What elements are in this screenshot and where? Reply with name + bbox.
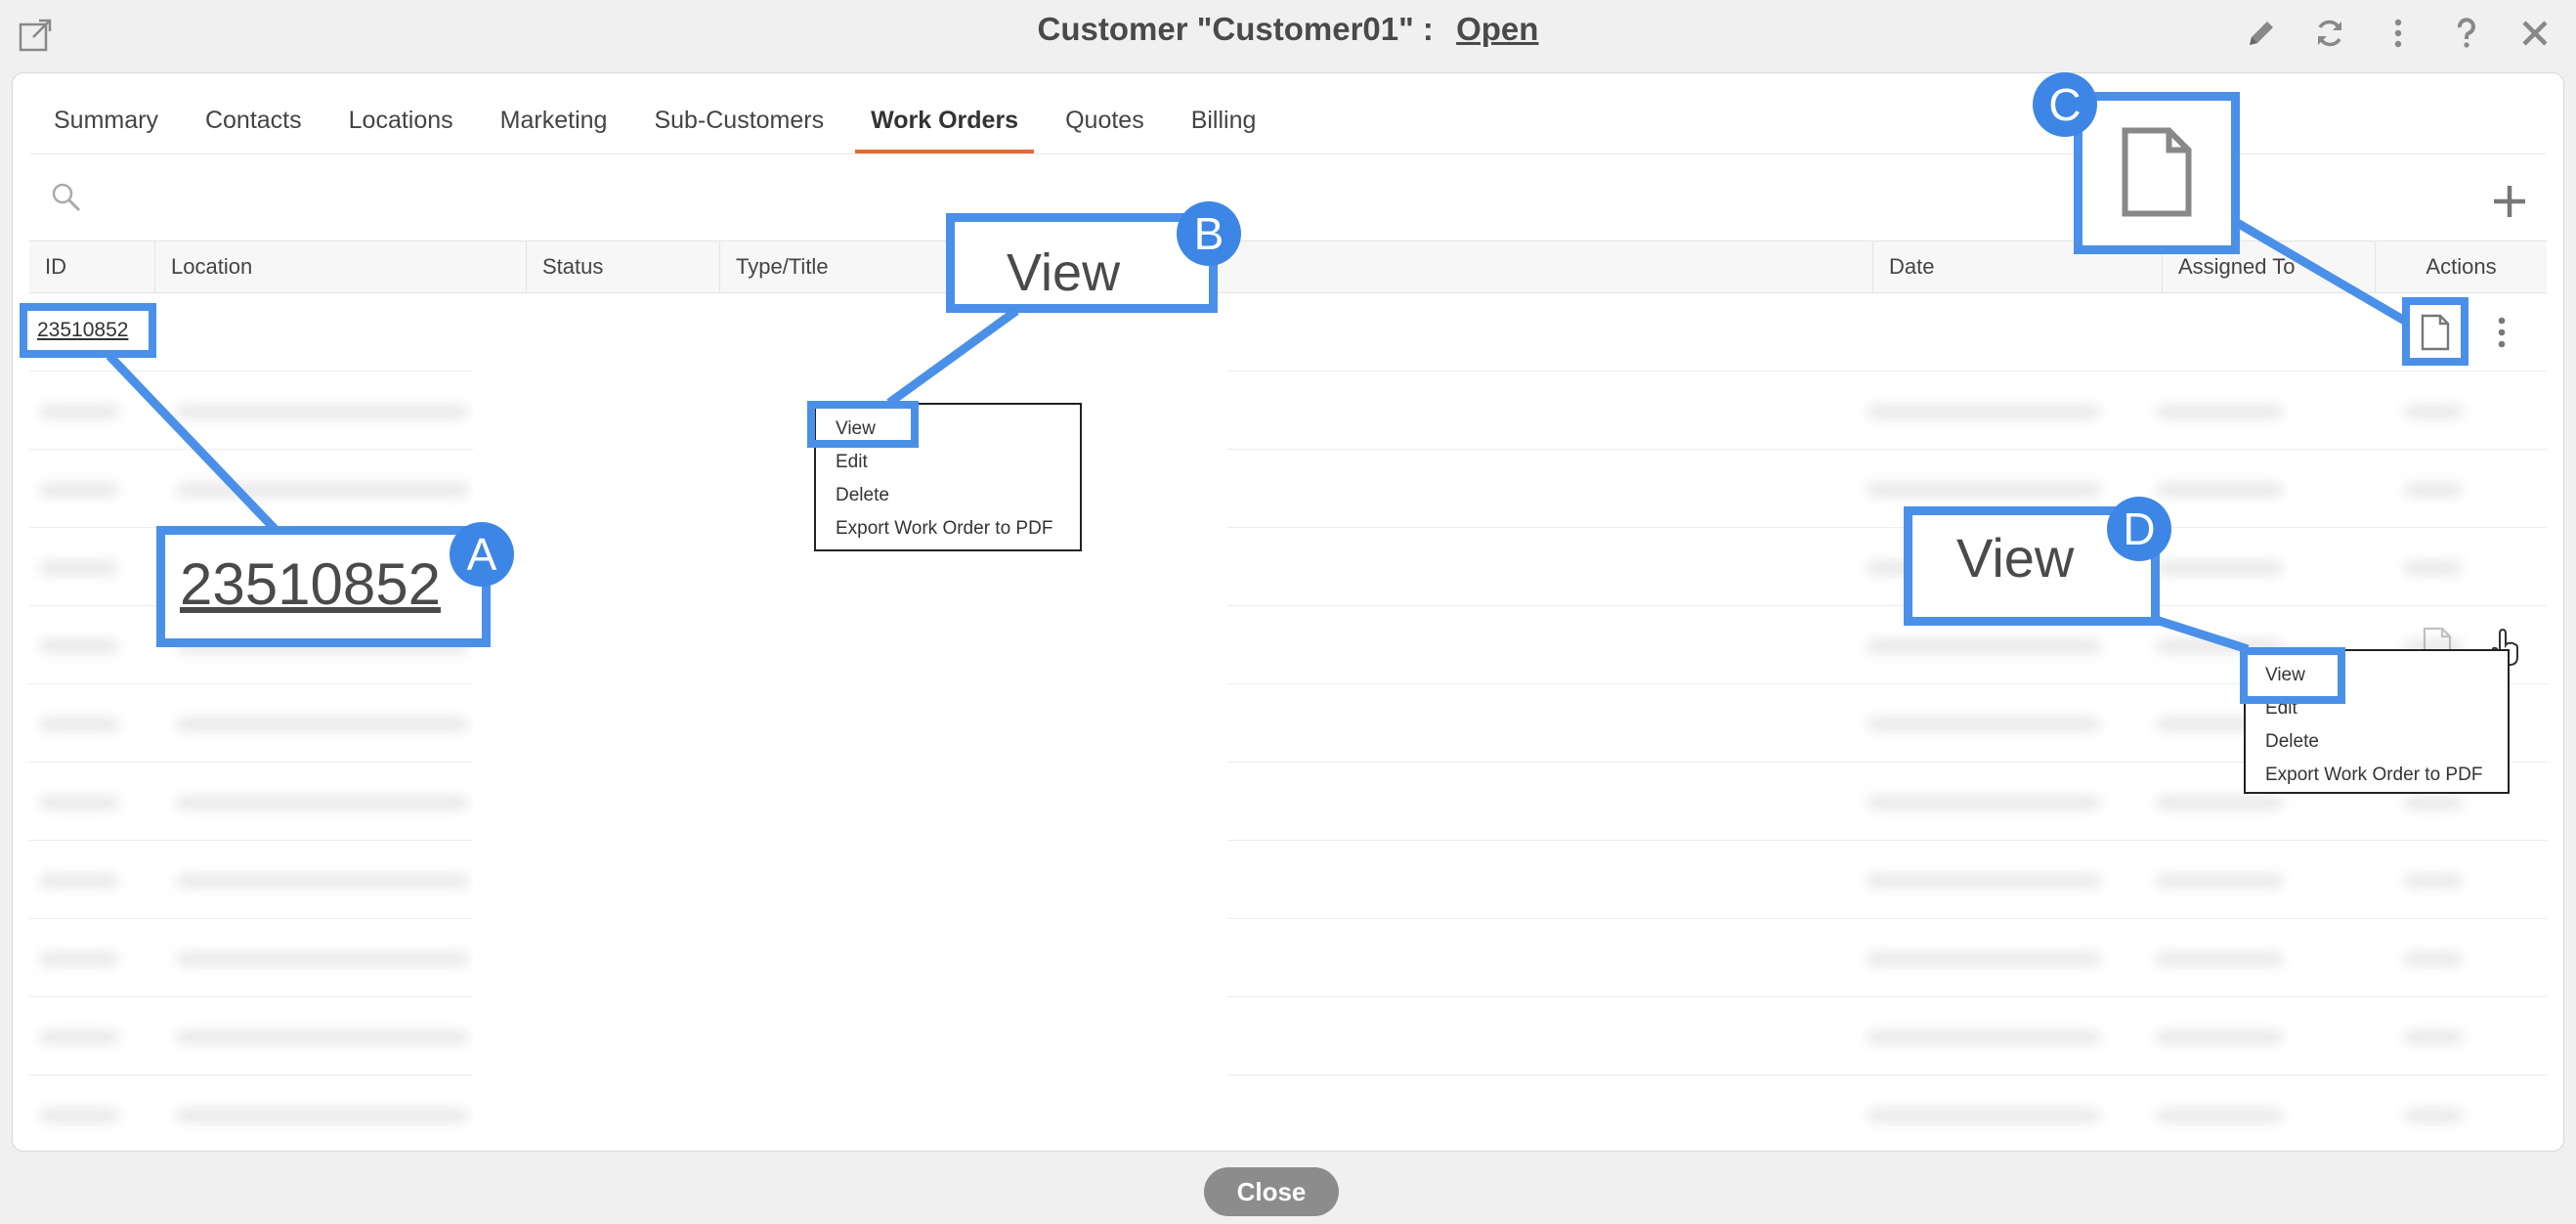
redacted-cell — [1867, 874, 2101, 888]
table-row[interactable] — [29, 684, 2547, 763]
table-row[interactable] — [29, 763, 2547, 841]
redacted-cell — [2156, 796, 2283, 809]
highlight-id-link — [20, 303, 156, 358]
redacted-cell — [1867, 639, 2101, 653]
redacted-cell — [2404, 1030, 2463, 1044]
redacted-cell — [1867, 718, 2101, 731]
search-icon[interactable] — [50, 181, 83, 214]
tab-quotes[interactable]: Quotes — [1042, 95, 1168, 153]
callout-c-badge: C — [2033, 72, 2097, 137]
redacted-cell — [39, 561, 119, 575]
table-row[interactable] — [29, 372, 2547, 450]
tab-bar: Summary Contacts Locations Marketing Sub… — [30, 95, 1279, 153]
redacted-cell — [2404, 952, 2463, 966]
tab-locations[interactable]: Locations — [325, 95, 477, 153]
redacted-cell — [39, 1109, 119, 1122]
redacted-cell — [2404, 561, 2463, 575]
row-actions-icon[interactable] — [2492, 313, 2512, 352]
redacted-cell — [1867, 952, 2101, 966]
redacted-cell — [2156, 1030, 2283, 1044]
redacted-cell — [39, 483, 119, 497]
redacted-cell — [1867, 796, 2101, 809]
callout-d-text: View — [1956, 527, 2075, 589]
title-status-link[interactable]: Open — [1456, 11, 1538, 47]
redacted-cell — [2156, 561, 2283, 575]
table-row[interactable] — [29, 919, 2547, 997]
col-status[interactable]: Status — [526, 241, 719, 292]
tab-summary[interactable]: Summary — [30, 95, 182, 153]
redacted-cell — [2404, 796, 2463, 809]
tab-billing[interactable]: Billing — [1168, 95, 1280, 153]
redacted-cell — [39, 952, 119, 966]
highlight-document-icon — [2402, 297, 2469, 366]
highlight-view-item — [2240, 647, 2345, 704]
col-actions: Actions — [2375, 241, 2547, 292]
more-vertical-icon[interactable] — [2379, 14, 2418, 53]
redacted-cell — [1867, 1030, 2101, 1044]
add-work-order-button[interactable] — [2489, 181, 2530, 222]
tab-work-orders[interactable]: Work Orders — [847, 95, 1042, 153]
callout-b-text: View — [1007, 243, 1121, 302]
redacted-cell — [2156, 874, 2283, 888]
menu-item-delete[interactable]: Delete — [2246, 725, 2508, 759]
redacted-cell — [39, 405, 119, 418]
title-bar: Customer "Customer01" : Open — [0, 0, 2576, 70]
col-location[interactable]: Location — [154, 241, 526, 292]
highlight-view-item — [807, 401, 919, 448]
redacted-cell — [2404, 405, 2463, 418]
tab-marketing[interactable]: Marketing — [477, 95, 631, 153]
work-orders-table: ID Location Status Type/Title Date Assig… — [29, 240, 2547, 1154]
table-row[interactable] — [29, 997, 2547, 1075]
edit-icon[interactable] — [2242, 14, 2281, 53]
redacted-cell — [39, 1030, 119, 1044]
redacted-cell — [176, 1109, 469, 1122]
redacted-cell — [2156, 952, 2283, 966]
menu-item-delete[interactable]: Delete — [816, 479, 1080, 512]
redacted-cell — [1867, 405, 2101, 418]
redacted-cell — [39, 874, 119, 888]
window-title: Customer "Customer01" : Open — [0, 10, 2576, 49]
title-prefix: Customer "Customer01" : — [1037, 11, 1434, 47]
menu-item-edit[interactable]: Edit — [816, 446, 1080, 479]
callout-a-text: 23510852 — [180, 551, 441, 617]
callout-b-badge: B — [1177, 201, 1241, 266]
col-id[interactable]: ID — [29, 241, 154, 292]
redacted-cell — [39, 718, 119, 731]
redacted-cell — [176, 952, 469, 966]
redacted-cell — [1867, 483, 2101, 497]
table-row[interactable] — [29, 1075, 2547, 1154]
redacted-cell — [176, 796, 469, 809]
table-row[interactable] — [29, 293, 2547, 372]
redacted-cell — [2156, 483, 2283, 497]
tab-sub-customers[interactable]: Sub-Customers — [630, 95, 847, 153]
redacted-cell — [2404, 1109, 2463, 1122]
close-icon[interactable] — [2515, 14, 2555, 53]
redacted-cell — [176, 1030, 469, 1044]
redacted-cell — [176, 874, 469, 888]
menu-item-export-pdf[interactable]: Export Work Order to PDF — [2246, 759, 2508, 792]
redacted-cell — [39, 796, 119, 809]
redacted-cell — [2404, 874, 2463, 888]
menu-item-export-pdf[interactable]: Export Work Order to PDF — [816, 512, 1080, 546]
redacted-cell — [176, 718, 469, 731]
refresh-icon[interactable] — [2310, 14, 2349, 53]
table-row[interactable] — [29, 841, 2547, 919]
table-body — [29, 293, 2547, 1154]
redacted-cell — [1867, 1109, 2101, 1122]
close-button[interactable]: Close — [1204, 1167, 1339, 1216]
redacted-cell — [176, 483, 469, 497]
redacted-cell — [2404, 483, 2463, 497]
callout-d-badge: D — [2107, 497, 2171, 561]
redacted-cell — [2156, 1109, 2283, 1122]
redacted-cell — [2156, 405, 2283, 418]
callout-a-badge: A — [450, 522, 514, 587]
redacted-cell — [39, 639, 119, 653]
redacted-cell — [176, 405, 469, 418]
help-icon[interactable] — [2447, 14, 2486, 53]
tab-contacts[interactable]: Contacts — [182, 95, 325, 153]
document-icon — [2113, 123, 2201, 221]
col-type-title[interactable]: Type/Title — [719, 241, 1872, 292]
